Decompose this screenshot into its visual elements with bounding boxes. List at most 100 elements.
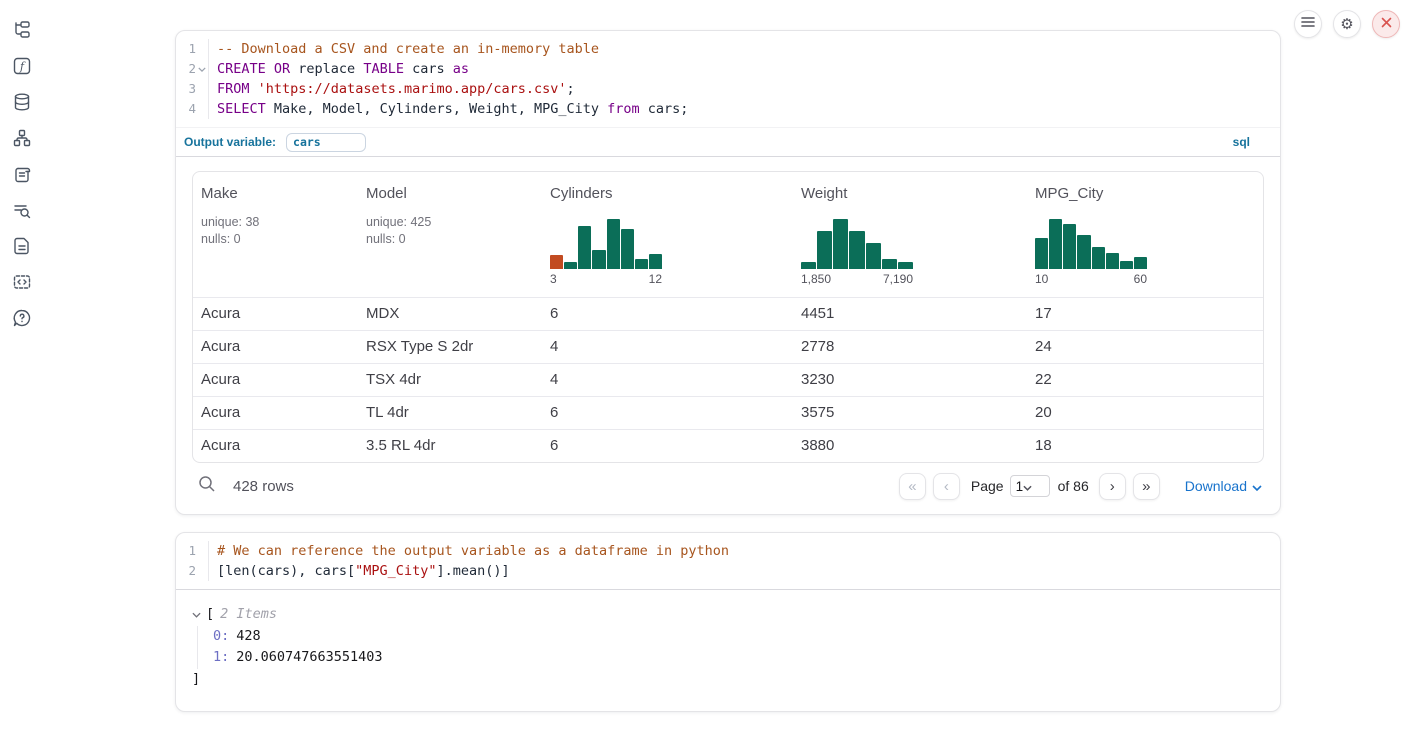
output-variable-input[interactable] [286,133,366,152]
hist-bar [1106,253,1119,269]
output-variable-row: Output variable: sql [176,127,1280,157]
collapse-toggle[interactable] [192,612,206,618]
hist-bar [817,231,832,269]
list-search-icon [12,200,32,225]
python-code-editor[interactable]: 1# We can reference the output variable … [176,533,1280,589]
sidebar-item-file-tree[interactable] [0,14,44,50]
column-stats: unique: 38nulls: 0 [201,214,354,248]
sidebar-item-snippets[interactable] [0,266,44,302]
table-cell: 22 [1027,363,1263,396]
next-page-button[interactable]: › [1099,473,1126,500]
search-icon[interactable] [198,475,216,498]
row-count: 428 rows [233,478,294,495]
hist-bar [649,254,662,269]
table-cell: 3.5 RL 4dr [358,429,542,462]
hist-bar [882,259,897,269]
settings-button[interactable]: ⚙ [1333,10,1361,38]
list-entries: 0: 428 1: 20.060747663551403 [197,626,1264,669]
table-cell: Acura [193,429,358,462]
table-cell: TL 4dr [358,396,542,429]
table-row[interactable]: AcuraTSX 4dr4323022 [193,363,1263,396]
hist-bar [1134,257,1147,269]
sidebar: f [0,0,44,729]
table-output: Make unique: 38nulls: 0 Model unique: 42… [176,157,1280,511]
table-cell: 6 [542,429,793,462]
fold-arrow-icon[interactable] [196,59,208,79]
code-icon [12,272,32,297]
hist-bar [849,231,864,269]
column-header-cylinders[interactable]: Cylinders 312 [542,172,793,297]
sidebar-item-functions[interactable]: f [0,50,44,86]
menu-button[interactable] [1294,10,1322,38]
first-page-button[interactable]: « [899,473,926,500]
line-number: 3 [180,79,196,99]
table-row[interactable]: AcuraRSX Type S 2dr4277824 [193,330,1263,363]
sql-cell: 1-- Download a CSV and create an in-memo… [175,30,1281,515]
line-number: 1 [180,541,196,561]
sidebar-item-logs[interactable] [0,194,44,230]
table-footer: 428 rows « ‹ Page 1 of 86 › » Download [192,463,1264,511]
chevron-down-icon [1023,479,1032,494]
page-number-select[interactable]: 1 [1010,475,1050,497]
list-output: [ 2 Items 0: 428 1: 20.060747663551403 ] [176,590,1280,704]
sidebar-item-scratchpad[interactable] [0,158,44,194]
table-cell: 6 [542,396,793,429]
table-cell: 17 [1027,297,1263,330]
output-variable-label: Output variable: [184,135,276,149]
download-button[interactable]: Download [1185,478,1262,494]
column-header-mpg-city[interactable]: MPG_City 1060 [1027,172,1263,297]
hist-bar [578,226,591,269]
page-label: Page [971,478,1004,494]
table-cell: Acura [193,330,358,363]
table-cell: 3575 [793,396,1027,429]
sidebar-item-datasources[interactable] [0,86,44,122]
hist-bar [607,219,620,269]
hist-bar [621,229,634,269]
last-page-button[interactable]: » [1133,473,1160,500]
weight-histogram: 1,8507,190 [801,219,913,286]
chevron-down-icon [1252,478,1262,494]
column-header-make[interactable]: Make unique: 38nulls: 0 [193,172,358,297]
table-cell: 24 [1027,330,1263,363]
sql-code-editor[interactable]: 1-- Download a CSV and create an in-memo… [176,31,1280,127]
column-header-model[interactable]: Model unique: 425nulls: 0 [358,172,542,297]
python-cell: 1# We can reference the output variable … [175,532,1281,712]
file-tree-icon [12,20,32,45]
sidebar-item-help[interactable] [0,302,44,338]
hist-bar [866,243,881,269]
functions-icon: f [12,56,32,81]
list-item: 1: 20.060747663551403 [213,647,1264,669]
table-cell: 18 [1027,429,1263,462]
hist-bar [1049,219,1062,269]
table-cell: Acura [193,396,358,429]
sidebar-item-documentation[interactable] [0,230,44,266]
mpg-city-histogram: 1060 [1035,219,1147,286]
column-header-weight[interactable]: Weight 1,8507,190 [793,172,1027,297]
shutdown-button[interactable] [1372,10,1400,38]
table-cell: MDX [358,297,542,330]
language-badge: sql [1233,135,1250,149]
table-row[interactable]: AcuraTL 4dr6357520 [193,396,1263,429]
hist-bar [635,259,648,269]
table-body: AcuraMDX6445117AcuraRSX Type S 2dr427782… [193,297,1263,462]
hist-bar [1077,235,1090,269]
prev-page-button[interactable]: ‹ [933,473,960,500]
sidebar-item-dependency-graph[interactable] [0,122,44,158]
code-line: 1-- Download a CSV and create an in-memo… [180,39,1280,59]
database-icon [12,92,32,117]
table-cell: 20 [1027,396,1263,429]
table-row[interactable]: AcuraMDX6445117 [193,297,1263,330]
table-cell: 4451 [793,297,1027,330]
notebook-toolbar: ⚙ [1294,10,1400,38]
data-table: Make unique: 38nulls: 0 Model unique: 42… [192,171,1264,463]
hist-bar [564,262,577,269]
line-number: 1 [180,39,196,59]
hist-bar [592,250,605,269]
table-cell: RSX Type S 2dr [358,330,542,363]
document-icon [12,236,32,261]
table-row[interactable]: Acura3.5 RL 4dr6388018 [193,429,1263,462]
line-number: 4 [180,99,196,119]
table-cell: 3880 [793,429,1027,462]
page-total-label: of 86 [1058,478,1089,494]
hist-bar [833,219,848,269]
